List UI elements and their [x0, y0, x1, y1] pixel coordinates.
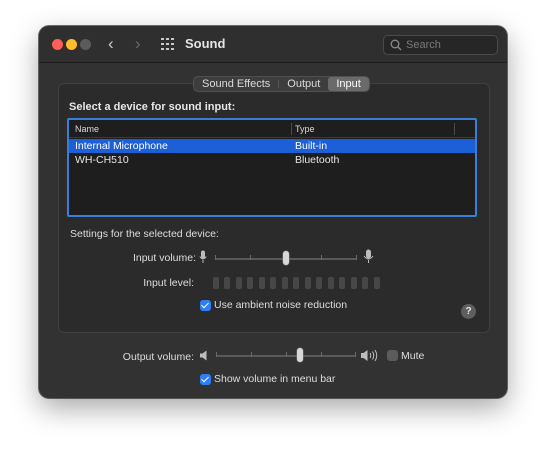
device-type: Built-in	[295, 140, 328, 152]
search-input[interactable]: Search	[383, 35, 498, 55]
column-header-name[interactable]: Name	[75, 124, 99, 134]
level-segment	[259, 277, 265, 289]
tab-sound-effects[interactable]: Sound Effects	[194, 77, 278, 91]
device-name: WH-CH510	[75, 154, 129, 166]
table-header: Name Type	[69, 120, 475, 138]
microphone-icon	[199, 250, 207, 263]
tab-output[interactable]: Output	[279, 77, 328, 91]
back-arrow-icon[interactable]: ‹	[108, 34, 114, 54]
slider-tick	[251, 352, 252, 357]
slider-tick	[356, 255, 357, 260]
search-icon	[390, 39, 402, 51]
input-device-table[interactable]: Name Type Internal Microphone Built-in W…	[67, 118, 477, 217]
sound-preferences-window: ‹ › Sound Search Sound Effects Output In…	[39, 26, 507, 398]
minimize-window-button[interactable]	[66, 39, 77, 50]
level-segment	[247, 277, 253, 289]
close-window-button[interactable]	[52, 39, 63, 50]
level-segment	[305, 277, 311, 289]
forward-arrow-icon[interactable]: ›	[135, 34, 141, 54]
title-bar: ‹ › Sound Search	[39, 26, 507, 63]
output-volume-label: Output volume:	[122, 351, 194, 363]
input-volume-label: Input volume:	[132, 252, 196, 264]
level-segment	[328, 277, 334, 289]
output-volume-knob[interactable]	[297, 348, 303, 362]
show-volume-label: Show volume in menu bar	[214, 373, 336, 385]
level-segment	[213, 277, 219, 289]
table-row[interactable]: WH-CH510 Bluetooth	[69, 153, 475, 167]
slider-tick	[321, 255, 322, 260]
device-type: Bluetooth	[295, 154, 340, 166]
level-segment	[293, 277, 299, 289]
zoom-window-button[interactable]	[80, 39, 91, 50]
mute-checkbox[interactable]	[387, 350, 398, 361]
slider-tick	[216, 352, 217, 357]
speaker-loud-icon	[361, 349, 378, 362]
tab-bar: Sound Effects Output Input	[193, 76, 370, 92]
grid-icon[interactable]	[161, 38, 175, 50]
device-section-title: Select a device for sound input:	[69, 101, 236, 113]
input-level-label: Input level:	[143, 277, 194, 289]
search-placeholder: Search	[406, 39, 441, 51]
settings-section-title: Settings for the selected device:	[70, 228, 219, 240]
level-segment	[351, 277, 357, 289]
mute-label: Mute	[401, 350, 425, 362]
level-segment	[224, 277, 230, 289]
ambient-noise-checkbox[interactable]	[200, 300, 211, 311]
window-title: Sound	[185, 36, 226, 51]
device-name: Internal Microphone	[75, 140, 168, 152]
slider-tick	[250, 255, 251, 260]
slider-tick	[355, 352, 356, 357]
level-segment	[282, 277, 288, 289]
level-segment	[339, 277, 345, 289]
slider-tick	[321, 352, 322, 357]
speaker-icon	[200, 350, 207, 361]
tab-input[interactable]: Input	[328, 77, 369, 91]
column-divider	[291, 123, 292, 135]
input-volume-knob[interactable]	[283, 251, 289, 265]
level-segment	[362, 277, 368, 289]
show-volume-checkbox[interactable]	[200, 374, 211, 385]
level-segment	[236, 277, 242, 289]
microphone-icon	[363, 249, 374, 263]
slider-tick	[215, 255, 216, 260]
slider-tick	[286, 352, 287, 357]
level-segment	[316, 277, 322, 289]
column-header-type[interactable]: Type	[295, 124, 315, 134]
column-divider	[454, 123, 455, 135]
table-row[interactable]: Internal Microphone Built-in	[69, 139, 475, 153]
help-icon[interactable]: ?	[461, 304, 476, 319]
ambient-noise-label: Use ambient noise reduction	[214, 299, 348, 311]
level-segment	[374, 277, 380, 289]
level-segment	[270, 277, 276, 289]
